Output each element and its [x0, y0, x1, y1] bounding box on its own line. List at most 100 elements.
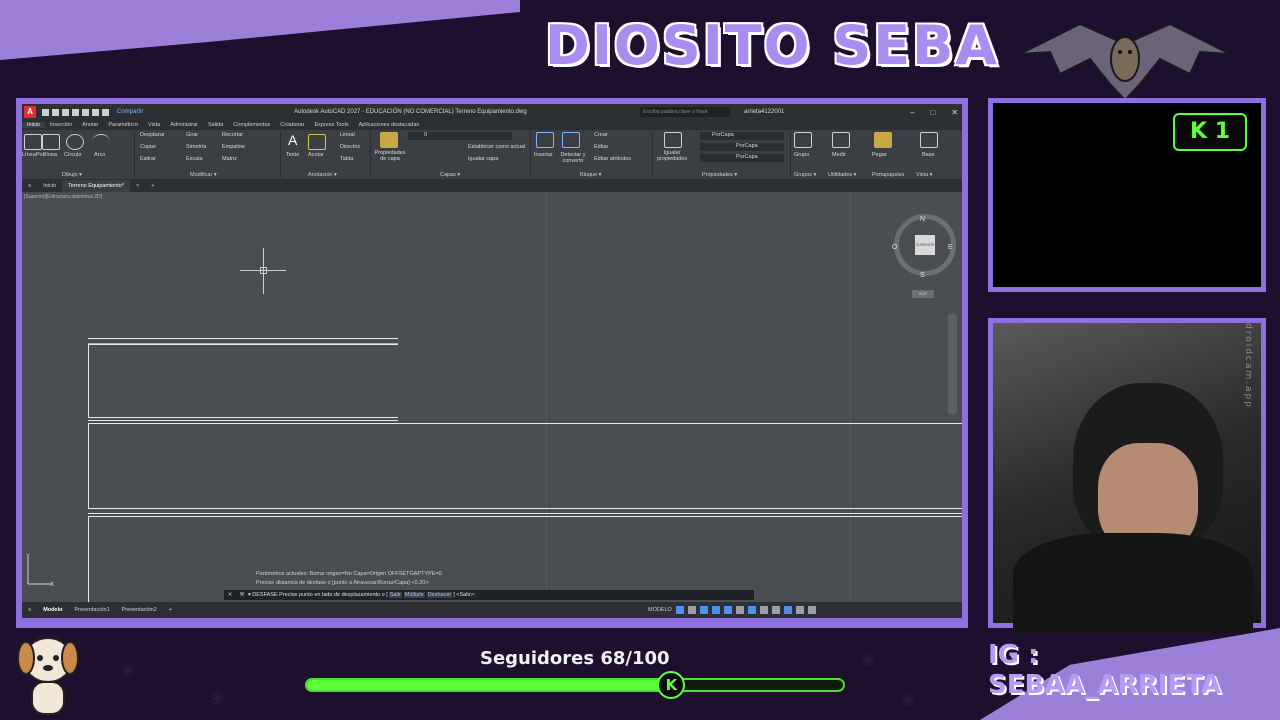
base-view-button[interactable]: Base	[922, 152, 935, 158]
panel-dibujo[interactable]: Dibujo ▾	[62, 172, 82, 178]
tab-presentacion1[interactable]: Presentación1	[68, 607, 115, 613]
polar-icon[interactable]	[711, 606, 720, 614]
save-as-icon[interactable]	[72, 108, 79, 116]
measure-icon[interactable]	[832, 132, 850, 148]
scale-button[interactable]: Escala	[186, 156, 203, 162]
group-button[interactable]: Grupo	[794, 152, 809, 158]
customize-status-icon[interactable]	[807, 606, 816, 614]
menu-icon[interactable]: ≡	[22, 183, 37, 189]
workspace-gear-icon[interactable]	[759, 606, 768, 614]
paste-icon[interactable]	[874, 132, 892, 148]
new-icon[interactable]	[42, 108, 49, 116]
arc-button[interactable]: Arco	[94, 152, 105, 158]
stretch-button[interactable]: Estirar	[140, 156, 156, 162]
table-button[interactable]: Tabla	[340, 156, 353, 162]
circle-icon[interactable]	[66, 134, 84, 150]
share-button[interactable]: Compartir	[117, 109, 143, 115]
tab-parametrico[interactable]: Paramétrico	[103, 122, 143, 128]
ortho-icon[interactable]	[699, 606, 708, 614]
option-salir[interactable]: Salir	[388, 592, 402, 598]
polyline-icon[interactable]	[42, 134, 60, 150]
tab-administrar[interactable]: Administrar	[165, 122, 203, 128]
tab-salida[interactable]: Salida	[203, 122, 228, 128]
print-icon[interactable]	[82, 108, 89, 116]
fullscreen-icon[interactable]	[795, 606, 804, 614]
otrack-icon[interactable]	[735, 606, 744, 614]
tab-complementos[interactable]: Complementos	[228, 122, 275, 128]
compass-east[interactable]: E	[948, 244, 953, 251]
osnap-icon[interactable]	[723, 606, 732, 614]
lineweight-dropdown[interactable]: PorCapa	[700, 154, 784, 162]
autocad-logo-icon[interactable]: A	[24, 106, 36, 118]
panel-utilidades[interactable]: Utilidades ▾	[828, 172, 856, 178]
trim-button[interactable]: Recortar	[222, 132, 243, 138]
panel-grupos[interactable]: Grupos ▾	[794, 172, 816, 178]
command-line[interactable]: ✕ ⚒ ▾ DESFASE Precise punto en lado de d…	[224, 590, 754, 600]
detect-convert-button[interactable]: Detectar y convertir	[556, 152, 590, 164]
tab-modelo[interactable]: Modelo	[37, 607, 68, 613]
save-icon[interactable]	[62, 108, 69, 116]
tab-inicio[interactable]: Inicio	[22, 122, 45, 128]
dimension-icon[interactable]	[308, 134, 326, 150]
annotation-scale-icon[interactable]	[747, 606, 756, 614]
layer-properties-button[interactable]: Propiedades de capa	[372, 150, 408, 162]
add-layout-button[interactable]: +	[163, 607, 178, 613]
circle-button[interactable]: Círculo	[64, 152, 81, 158]
panel-anotacion[interactable]: Anotación ▾	[308, 172, 337, 178]
customize-icon[interactable]: ⚒	[236, 592, 248, 598]
linear-button[interactable]: Lineal	[340, 132, 355, 138]
drawing-rectangle[interactable]	[88, 344, 398, 418]
new-tab-button[interactable]: +	[145, 183, 160, 189]
panel-capas[interactable]: Capas ▾	[440, 172, 460, 178]
color-dropdown[interactable]: PorCapa	[700, 132, 784, 140]
tab-express-tools[interactable]: Express Tools	[309, 122, 353, 128]
arc-icon[interactable]	[92, 134, 110, 150]
insert-button[interactable]: Insertar	[534, 152, 553, 158]
leader-button[interactable]: Directriz	[340, 144, 360, 150]
panel-modificar[interactable]: Modificar ▾	[190, 172, 217, 178]
line-icon[interactable]	[24, 134, 42, 150]
drawing-line[interactable]	[88, 420, 398, 421]
wcs-menu[interactable]: SCP	[912, 290, 934, 298]
match-properties-icon[interactable]	[664, 132, 682, 148]
search-input[interactable]: Escriba palabra clave o frase	[640, 107, 730, 117]
tab-vista[interactable]: Vista	[143, 122, 165, 128]
fillet-button[interactable]: Empalme	[222, 144, 245, 150]
layer-dropdown[interactable]: 0	[408, 132, 512, 140]
open-icon[interactable]	[52, 108, 59, 116]
layout-menu-icon[interactable]: ≡	[22, 607, 37, 613]
doc-tab-terreno[interactable]: Terreno Equipamiento*	[62, 180, 131, 192]
snap-icon[interactable]	[687, 606, 696, 614]
line-button[interactable]: Línea	[22, 152, 36, 158]
dimension-button[interactable]: Acotar	[308, 152, 324, 158]
panel-vista[interactable]: Vista ▾	[916, 172, 932, 178]
option-deshacer[interactable]: Deshacer	[426, 592, 453, 598]
viewport-label[interactable]: [Superior][Estructura alámbrica 2D]	[24, 194, 102, 200]
create-block-button[interactable]: Crear	[594, 132, 608, 138]
drawing-area[interactable]: [Superior][Estructura alámbrica 2D] SUPE…	[22, 192, 962, 606]
tab-colaborar[interactable]: Colaborar	[275, 122, 309, 128]
isolate-icon[interactable]	[783, 606, 792, 614]
panel-portapapeles[interactable]: Portapapeles	[872, 172, 904, 178]
user-account[interactable]: arrieta4122001	[744, 109, 784, 115]
tab-anotar[interactable]: Anotar	[77, 122, 103, 128]
navigation-bar[interactable]	[948, 314, 957, 414]
minimize-button[interactable]: –	[910, 108, 914, 117]
panel-propiedades[interactable]: Propiedades ▾	[702, 172, 737, 178]
option-multiple[interactable]: Múltiple	[403, 592, 425, 598]
edit-attributes-button[interactable]: Editar atributos	[594, 156, 631, 162]
compass-north[interactable]: N	[920, 216, 925, 223]
compass-south[interactable]: S	[920, 272, 925, 279]
plus-icon[interactable]	[771, 606, 780, 614]
paste-button[interactable]: Pegar	[872, 152, 887, 158]
polyline-button[interactable]: Polilínea	[36, 152, 57, 158]
drawing-rectangle[interactable]	[88, 423, 962, 509]
close-tab-icon[interactable]: ×	[130, 183, 145, 189]
model-space-toggle[interactable]: MODELO	[648, 607, 672, 613]
close-button[interactable]: ✕	[951, 108, 958, 117]
undo-icon[interactable]	[92, 108, 99, 116]
move-button[interactable]: Desplazar	[140, 132, 165, 138]
insert-icon[interactable]	[536, 132, 554, 148]
panel-bloque[interactable]: Bloque ▾	[580, 172, 601, 178]
mirror-button[interactable]: Simetría	[186, 144, 206, 150]
